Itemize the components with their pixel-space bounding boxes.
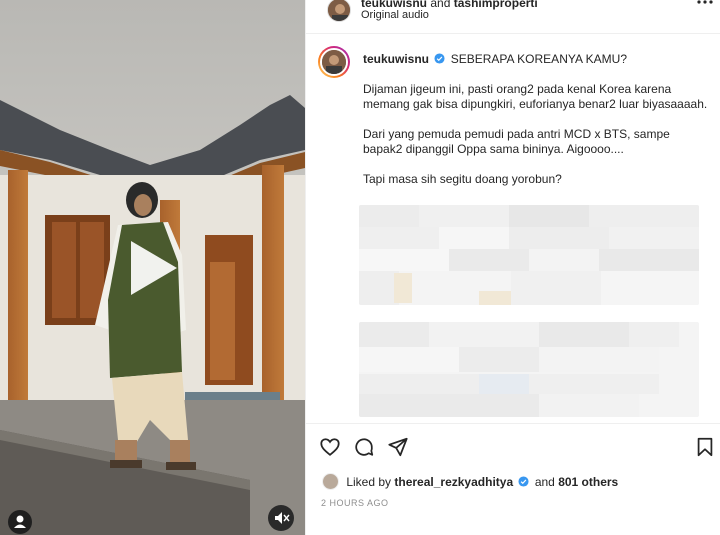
caption-paragraph-1: Dijaman jigeum ini, pasti orang2 pada ke… [363,82,708,111]
user-icon[interactable] [8,510,32,534]
verified-icon [518,476,530,487]
action-bar [306,423,720,467]
post-caption: teukuwisnu SEBERAPA KOREANYA KAMU? Dijam… [363,52,708,187]
audio-link[interactable]: Original audio [361,9,429,21]
caption-avatar[interactable] [318,46,350,78]
more-icon[interactable] [696,0,714,10]
blurred-comments-1 [359,205,699,305]
post-timestamp[interactable]: 2 HOURS AGO [321,498,389,508]
likes-others-link[interactable]: 801 others [558,475,618,489]
post-panel: teukuwisnu and tashimproperti Original a… [305,0,720,535]
verified-icon [434,53,445,64]
bookmark-icon[interactable] [694,436,716,458]
liker-link[interactable]: thereal_rezkyadhitya [394,475,513,489]
blurred-comments-2 [359,322,699,417]
comment-icon[interactable] [353,436,375,458]
likes-summary: Liked by thereal_rezkyadhitya and 801 ot… [322,473,618,490]
likes-and: and [534,475,555,489]
collaborator-link[interactable]: tashimproperti [454,0,538,10]
caption-username[interactable]: teukuwisnu [363,52,429,66]
likes-prefix: Liked by [346,475,392,489]
caption-paragraph-2: Dari yang pemuda pemudi pada antri MCD x… [363,127,670,156]
post-media[interactable] [0,0,305,535]
liker-avatar[interactable] [322,473,339,490]
caption-headline: SEBERAPA KOREANYA KAMU? [450,52,627,66]
mute-icon[interactable] [268,505,294,531]
share-icon[interactable] [387,436,409,458]
author-avatar[interactable] [327,0,351,22]
caption-paragraph-3: Tapi masa sih segitu doang yorobun? [363,172,562,186]
heart-icon[interactable] [319,436,341,458]
header-and: and [430,0,451,10]
play-icon[interactable] [127,237,181,299]
post-header: teukuwisnu and tashimproperti Original a… [306,0,720,34]
